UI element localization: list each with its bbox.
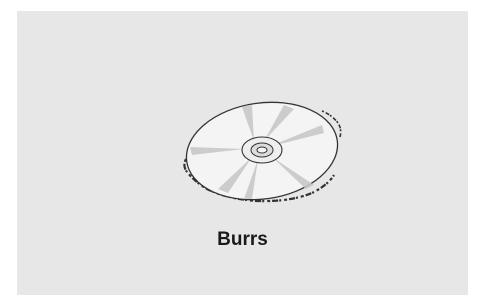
figure-caption: Burrs [217, 229, 268, 250]
illustration-panel: Burrs [17, 11, 468, 295]
disc-hole [256, 146, 268, 154]
disc-with-burrs-icon [183, 101, 342, 203]
